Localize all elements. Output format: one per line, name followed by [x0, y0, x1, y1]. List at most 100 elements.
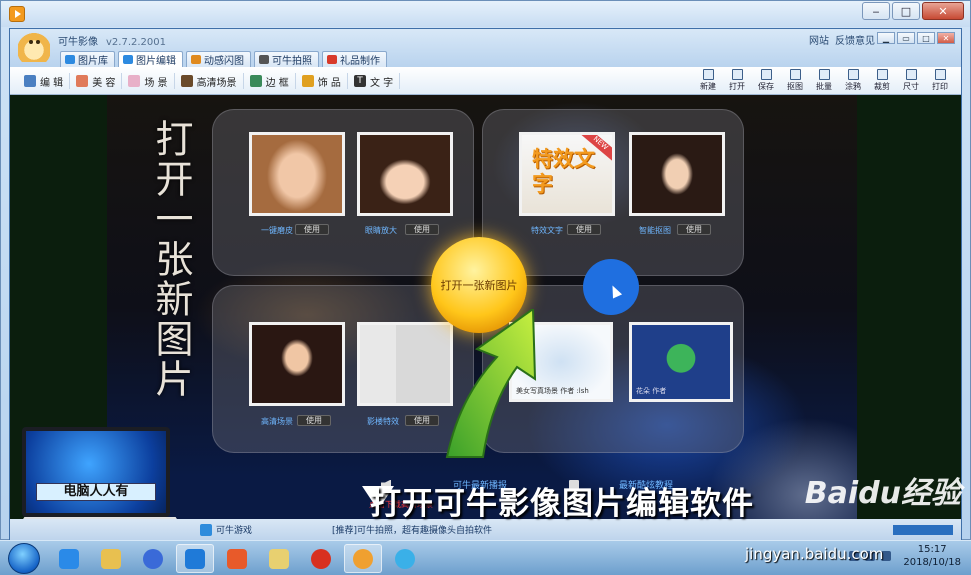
open-button[interactable]: 打开: [724, 69, 750, 93]
thumb-eye-enlarge[interactable]: [357, 132, 453, 216]
taskbar-app[interactable]: [218, 544, 256, 573]
text-icon: T: [353, 75, 366, 87]
close-button[interactable]: ✕: [922, 2, 964, 20]
welcome-stage: 打开一张新图片 一键磨皮 使用 眼睛放大 使用 特效文字 NEW 特效文字 使用: [107, 95, 857, 519]
use-button[interactable]: 使用: [405, 415, 439, 426]
game-icon: [311, 548, 331, 569]
inner-maximize-button[interactable]: □: [917, 32, 935, 44]
size-button[interactable]: 尺寸: [898, 69, 924, 93]
batch-button[interactable]: 批量: [811, 69, 837, 93]
outer-titlebar: ‒ □ ✕: [1, 1, 970, 27]
tool-edit[interactable]: 编 辑: [18, 73, 71, 89]
feedback-link[interactable]: 反馈意见: [835, 32, 875, 47]
use-button[interactable]: 使用: [567, 224, 601, 235]
app-window: 可牛影像 v2.7.2.2001 网站 反馈意见 ▁ ▭ □ ✕ 图片库 图片编辑…: [9, 28, 962, 540]
crop-icon: [876, 69, 888, 80]
save-icon: [760, 69, 772, 80]
rtool-label: 裁剪: [874, 82, 890, 91]
printer-icon: [934, 69, 946, 80]
taskbar-app[interactable]: [134, 544, 172, 573]
inner-window-controls: ▁ ▭ □ ✕: [877, 32, 955, 44]
cutout-icon: [789, 69, 801, 80]
start-button[interactable]: [8, 543, 40, 574]
folder2-icon: [269, 548, 289, 569]
taskbar-app[interactable]: [92, 544, 130, 573]
taskbar-app[interactable]: [176, 544, 214, 573]
clock-date: 2018/10/18: [903, 557, 961, 568]
tab-gallery[interactable]: 图片库: [60, 51, 115, 67]
cow-app-icon: [353, 548, 373, 569]
tab-label: 可牛拍照: [272, 56, 312, 67]
minimize-button[interactable]: ‒: [862, 2, 890, 20]
taskbar-app[interactable]: [386, 544, 424, 573]
tool-frame[interactable]: 边 框: [244, 73, 296, 89]
status-game-link[interactable]: 可牛游戏: [216, 523, 252, 536]
tool-label: 编 辑: [40, 77, 64, 89]
use-button[interactable]: 使用: [295, 224, 329, 235]
cow-logo-icon: [18, 32, 50, 62]
tool-accessory[interactable]: 饰 品: [296, 73, 348, 89]
tab-image-edit[interactable]: 图片编辑: [118, 51, 183, 67]
webcam-icon: [259, 55, 269, 64]
cloud-icon: [395, 548, 415, 569]
tool-text[interactable]: T文 字: [348, 73, 401, 89]
main-tabs: 图片库 图片编辑 动感闪图 可牛拍照 礼品制作: [60, 51, 387, 67]
tool-beauty[interactable]: 美 容: [70, 73, 123, 89]
tool-label: 文 字: [369, 77, 394, 89]
thumb-caption: 影楼特效: [367, 417, 399, 426]
tool-label: 高清场景: [196, 77, 237, 89]
taskbar-app[interactable]: [260, 544, 298, 573]
laptop-screen: 电脑人人有: [22, 427, 170, 517]
cutout-button[interactable]: 抠图: [782, 69, 808, 93]
tool-scene[interactable]: 场 景: [122, 73, 175, 89]
inner-close-button[interactable]: ✕: [937, 32, 955, 44]
tab-camera[interactable]: 可牛拍照: [254, 51, 319, 67]
use-button[interactable]: 使用: [297, 415, 331, 426]
thumb-flower-scene[interactable]: 花朵 作者: [629, 322, 733, 402]
use-button[interactable]: 使用: [405, 224, 439, 235]
taskbar-app[interactable]: [302, 544, 340, 573]
thumb-hd-scene[interactable]: [249, 322, 345, 406]
print-button[interactable]: 打印: [927, 69, 953, 93]
status-recommend-link[interactable]: [推荐]可牛拍照，超有趣摄像头自拍软件: [332, 523, 492, 536]
tab-animated-flash[interactable]: 动感闪图: [186, 51, 251, 67]
tab-gift-making[interactable]: 礼品制作: [322, 51, 387, 67]
clock[interactable]: 15:17 2018/10/18: [903, 543, 961, 569]
tool-hd-scene[interactable]: 高清场景: [175, 73, 244, 89]
media-icon: [143, 548, 163, 569]
tab-label: 动感闪图: [204, 56, 244, 67]
inner-minimize-button[interactable]: ▭: [897, 32, 915, 44]
edit-image-icon: [24, 75, 36, 87]
taskbar-app[interactable]: [344, 544, 382, 573]
doodle-button[interactable]: 涂鸦: [840, 69, 866, 93]
folder-icon: [101, 548, 121, 569]
thumb-special-text[interactable]: 特效文字 NEW: [519, 132, 615, 216]
rtool-label: 打开: [729, 82, 745, 91]
feature-panel-effects: 特效文字 NEW 特效文字 使用 智能抠图 使用: [482, 109, 744, 276]
skin-button[interactable]: ▁: [877, 32, 895, 44]
thumb-caption: 智能抠图: [639, 226, 671, 235]
new-button[interactable]: 新建: [695, 69, 721, 93]
special-text-image: 特效文字: [532, 147, 595, 196]
thumb-caption: 眼睛放大: [365, 226, 397, 235]
film-icon: [191, 55, 201, 64]
thumb-skin-smoothing[interactable]: [249, 132, 345, 216]
website-link[interactable]: 网站: [809, 32, 829, 47]
baidu-watermark: Baidu经验: [804, 476, 961, 511]
rtool-label: 涂鸦: [845, 82, 861, 91]
save-button[interactable]: 保存: [753, 69, 779, 93]
rtool-label: 批量: [816, 82, 832, 91]
thumb-smart-cutout[interactable]: [629, 132, 725, 216]
use-button[interactable]: 使用: [677, 224, 711, 235]
gift-icon: [327, 55, 337, 64]
tab-label: 礼品制作: [340, 56, 380, 67]
rtool-label: 尺寸: [903, 82, 919, 91]
tool-label: 边 框: [265, 77, 289, 89]
resize-icon: [905, 69, 917, 80]
maximize-button[interactable]: □: [892, 2, 920, 20]
edit-toolbar: 编 辑 美 容 场 景 高清场景 边 框 饰 品 T文 字 新建 打开 保存 抠…: [10, 67, 961, 95]
crop-button[interactable]: 裁剪: [869, 69, 895, 93]
taskbar-app[interactable]: [50, 544, 88, 573]
scene-icon: [128, 75, 141, 87]
status-progress: [893, 524, 953, 535]
